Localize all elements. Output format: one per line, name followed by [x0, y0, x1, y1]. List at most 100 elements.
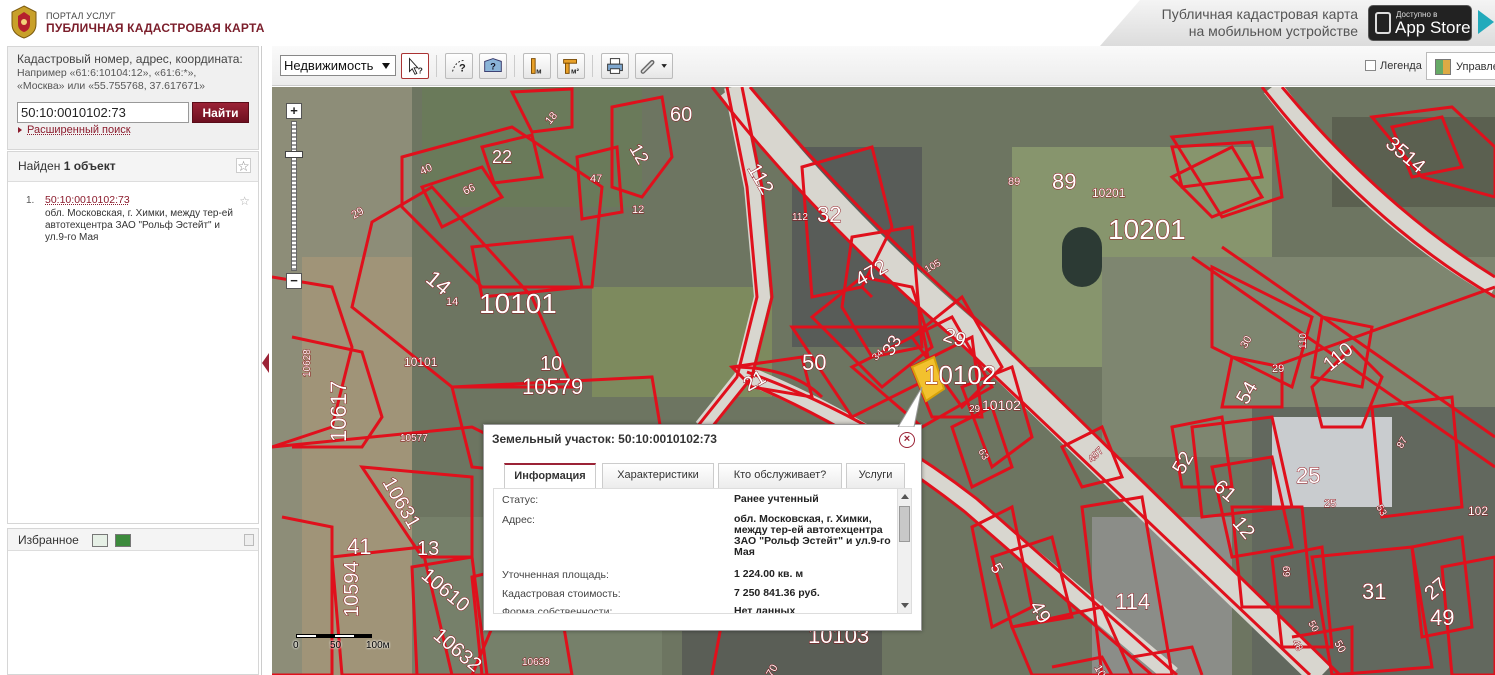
tab-services[interactable]: Услуги — [846, 463, 905, 488]
link-button[interactable] — [635, 53, 673, 79]
scale-label: 50 — [330, 640, 342, 651]
scale-bar: 0 50 100м — [293, 634, 396, 651]
map-label: 29 — [1272, 363, 1284, 375]
triangle-right-icon — [18, 127, 22, 134]
tab-characteristics[interactable]: Характеристики — [602, 463, 714, 488]
star-icon[interactable]: ☆ — [239, 194, 250, 208]
map-label: 41 — [347, 534, 371, 559]
map-label: 25 — [1324, 498, 1336, 510]
map-label: 110 — [1298, 333, 1309, 349]
scrollbar-thumb[interactable] — [899, 506, 910, 542]
map-label: 10102 — [924, 360, 996, 390]
identify-button[interactable]: ? — [445, 53, 473, 79]
tab-who-serves[interactable]: Кто обслуживает? — [718, 463, 842, 488]
svg-text:?: ? — [418, 65, 423, 75]
toolbar-divider — [436, 55, 437, 77]
map-label: 10201 — [1108, 214, 1186, 245]
zoom-out-button[interactable]: − — [286, 273, 302, 289]
map-label: 60 — [670, 104, 692, 126]
scroll-down-icon[interactable] — [901, 603, 909, 608]
favorites-header: Избранное — [8, 529, 258, 551]
map-label: 10579 — [522, 374, 583, 399]
map-label: 10 — [540, 353, 562, 375]
add-to-favorites-icon[interactable] — [92, 534, 108, 547]
zoom-in-button[interactable]: + — [286, 103, 302, 119]
ruler-button[interactable]: м — [523, 53, 551, 79]
map-label: 10577 — [400, 433, 428, 444]
info-value: 7 250 841.36 руб. — [734, 587, 820, 599]
zoom-slider-thumb[interactable] — [285, 151, 303, 158]
mobile-banner: Публичная кадастровая карта на мобильном… — [1100, 0, 1495, 46]
favorites-panel: Избранное — [7, 528, 259, 675]
info-key: Адрес: — [502, 514, 535, 526]
zoom-slider[interactable] — [291, 121, 297, 271]
map-label: 22 — [492, 147, 512, 167]
search-hint-title: Кадастровый номер, адрес, координата: — [17, 52, 243, 66]
map-label: 47 — [590, 173, 602, 185]
print-icon — [607, 58, 623, 74]
popup-pointer — [897, 386, 923, 427]
advanced-search-link[interactable]: Расширенный поиск — [18, 124, 131, 136]
result-link[interactable]: 50:10:0010102:73 — [45, 194, 244, 206]
search-button[interactable]: Найти — [192, 102, 249, 123]
area-info-button[interactable]: ? — [479, 53, 507, 79]
map-label: 10617 — [326, 381, 351, 442]
map-label: 31 — [1362, 579, 1386, 604]
search-hint-examples: Например «61:6:10104:12», «61:6:*», «Мос… — [17, 67, 206, 92]
info-value: 1 224.00 кв. м — [734, 568, 804, 580]
map-label: 89 — [1008, 176, 1020, 188]
info-value: обл. Московская, г. Химки, между тер-ей … — [734, 513, 891, 558]
collapse-panel-handle[interactable] — [262, 350, 270, 376]
search-input[interactable] — [17, 102, 189, 123]
manage-map-button[interactable]: Управление картой — [1426, 52, 1495, 80]
export-excel-icon[interactable] — [115, 534, 131, 547]
portal-title[interactable]: ПУБЛИЧНАЯ КАДАСТРОВАЯ КАРТА — [46, 21, 265, 35]
portal-label: ПОРТАЛ УСЛУГ — [46, 11, 116, 21]
scale-label: 0 — [293, 640, 299, 651]
layer-select[interactable]: Недвижимость — [280, 55, 396, 76]
area-measure-icon: м² — [563, 59, 579, 75]
trash-icon[interactable] — [244, 534, 254, 546]
map-label: 112 — [792, 212, 808, 223]
result-address: обл. Московская, г. Химки, между тер-ей … — [45, 208, 233, 243]
map-label: 10594 — [341, 561, 363, 617]
map-label: 12 — [632, 204, 644, 216]
map-label: 89 — [1052, 169, 1076, 194]
map-label: 13 — [417, 538, 439, 560]
scale-label: 100м — [366, 640, 390, 651]
map-label: 10101 — [479, 288, 557, 319]
list-item[interactable]: 1. 50:10:0010102:73 обл. Московская, г. … — [8, 194, 258, 244]
map-label: 50 — [802, 350, 826, 375]
map-label: 29 — [969, 404, 981, 415]
search-box: Кадастровый номер, адрес, координата: На… — [7, 46, 259, 150]
popup-scrollbar[interactable] — [897, 489, 911, 613]
info-value: Нет данных — [734, 605, 796, 614]
info-value: Ранее учтенный — [734, 493, 819, 505]
toolbar-divider — [514, 55, 515, 77]
emblem-logo-icon[interactable] — [8, 4, 40, 40]
info-key: Форма собственности: — [502, 606, 613, 614]
select-info-button[interactable]: ? — [401, 53, 429, 79]
left-panel: Кадастровый номер, адрес, координата: На… — [0, 46, 262, 675]
appstore-label: App Store — [1395, 18, 1471, 37]
map-label: 10201 — [1092, 186, 1126, 200]
scale-bar-line — [296, 634, 372, 638]
link-icon — [640, 60, 667, 74]
google-play-icon[interactable] — [1478, 10, 1494, 34]
print-button[interactable] — [601, 53, 629, 79]
map-label: 102 — [1468, 504, 1488, 518]
map-label: 10628 — [302, 349, 313, 377]
star-icon[interactable]: ☆ — [236, 158, 251, 174]
appstore-button[interactable]: Доступно в App Store — [1368, 5, 1472, 41]
map-label: 114 — [1115, 589, 1150, 614]
phone-icon — [1375, 12, 1391, 34]
results-header: Найден 1 объект — [8, 152, 258, 182]
close-icon[interactable]: × — [899, 432, 915, 448]
scroll-up-icon[interactable] — [901, 494, 909, 499]
svg-text:?: ? — [490, 62, 496, 72]
area-measure-button[interactable]: м² — [557, 53, 585, 79]
legend-label[interactable]: Легенда — [1380, 60, 1422, 72]
popup-content: Статус: Ранее учтенный Адрес: обл. Моско… — [493, 488, 912, 614]
legend-checkbox[interactable] — [1365, 60, 1376, 71]
tab-information[interactable]: Информация — [504, 463, 596, 489]
